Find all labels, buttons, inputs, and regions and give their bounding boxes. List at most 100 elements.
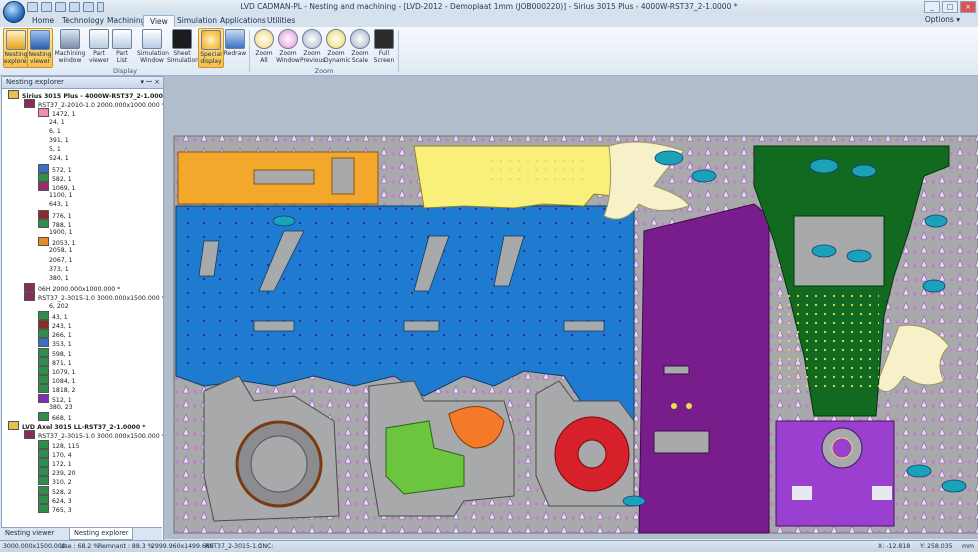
tree-sheet-node[interactable]: RST37_2-2010-1.0 2000.000x1000.000 *: [24, 99, 163, 109]
part-icon: [38, 108, 49, 118]
part-icon: [38, 458, 49, 467]
nesting-tree[interactable]: Sirius 3015 Plus - 4000W-RST37_2-1.0000 …: [2, 90, 163, 530]
tree-part-node[interactable]: 582, 1: [38, 172, 72, 183]
redraw-icon: [225, 29, 245, 49]
tree-machine-node[interactable]: LVD Axel 3015 LL-RST37_2-1.0000 *: [8, 421, 146, 431]
tab-nesting-explorer[interactable]: Nesting explorer: [69, 528, 133, 540]
tree-part-node[interactable]: 266, 1: [38, 329, 72, 339]
tree-part-node[interactable]: 871, 1: [38, 356, 72, 367]
group-separator: [398, 30, 399, 72]
tree-sheet-node[interactable]: RST37_2-3015-1.0 3000.000x1500.000 *: [24, 292, 163, 302]
part-icon: [38, 218, 49, 228]
zoom-scale-icon: [350, 29, 370, 49]
purple-part: [638, 203, 770, 534]
tree-part-node[interactable]: 6, 202: [38, 302, 69, 311]
tree-part-node[interactable]: 353, 1: [38, 338, 72, 348]
simulation-window-button[interactable]: Simulation Window: [137, 28, 169, 66]
status-sheet-size: 3000.000x1500.000: [3, 543, 66, 550]
group-separator: [249, 30, 250, 72]
tree-part-node[interactable]: 788, 1: [38, 218, 72, 229]
tab-utilities[interactable]: Utilities: [261, 15, 301, 27]
redraw-button[interactable]: Redraw: [223, 28, 247, 66]
tree-part-node[interactable]: 1900, 1: [38, 228, 73, 237]
options-menu[interactable]: Options ▾: [925, 15, 960, 24]
zoom-dynamic-button[interactable]: Zoom Dynamic: [324, 28, 350, 66]
part-icon: [38, 476, 49, 486]
purple-part-slot: [663, 365, 690, 375]
application-menu-button[interactable]: [3, 1, 25, 23]
button-label: Window: [276, 56, 300, 64]
tree-node-label: 391, 1: [49, 137, 69, 144]
tree-part-node[interactable]: 373, 1: [38, 265, 69, 274]
part-icon: [38, 375, 49, 385]
part-viewer-button[interactable]: Part viewer: [87, 28, 111, 66]
tree-part-node[interactable]: 391, 1: [38, 136, 69, 145]
tree-machine-node[interactable]: Sirius 3015 Plus - 4000W-RST37_2-1.0000 …: [8, 90, 163, 100]
tree-part-node[interactable]: 2058, 1: [38, 246, 73, 255]
title-bar: LVD CADMAN-PL - Nesting and machining - …: [0, 0, 978, 13]
tree-part-node[interactable]: 43, 1: [38, 310, 68, 321]
button-label: viewer: [89, 56, 109, 64]
part-icon: [38, 338, 49, 348]
nesting-explorer-button[interactable]: Nesting explorer: [3, 28, 29, 68]
button-label: Scale: [351, 56, 369, 64]
minimize-button[interactable]: _: [924, 1, 940, 13]
full-screen-button[interactable]: Full Screen: [372, 28, 396, 66]
tree-part-node[interactable]: 2067, 1: [38, 256, 73, 265]
tree-part-node[interactable]: 524, 1: [38, 154, 69, 163]
zoom-previous-button[interactable]: Zoom Previous: [300, 28, 325, 66]
tree-part-node[interactable]: 24, 1: [38, 118, 65, 127]
nesting-viewer-button[interactable]: Nesting viewer: [27, 28, 53, 68]
tree-part-node[interactable]: 5, 1: [38, 145, 61, 154]
tree-part-node[interactable]: 380, 1: [38, 274, 69, 283]
purple-part-slot: [653, 430, 710, 454]
tree-part-node[interactable]: 598, 1: [38, 347, 72, 358]
tree-sheet-node[interactable]: RST37_2-3015-1.0 3000.000x1500.000 *: [24, 430, 163, 440]
tree-node-label: 24, 1: [49, 118, 65, 126]
nesting-viewer-canvas[interactable]: [164, 76, 978, 539]
tree-part-node[interactable]: 380, 23: [38, 403, 73, 412]
violet-part-circle: [831, 437, 853, 459]
tree-part-node[interactable]: 128, 115: [38, 439, 80, 450]
sheet-simulation-button[interactable]: Sheet Simulation: [167, 28, 199, 66]
tree-part-node[interactable]: 243, 1: [38, 320, 72, 330]
part-icon: [38, 329, 49, 339]
tree-part-node[interactable]: 1100, 1: [38, 191, 73, 200]
tree-part-node[interactable]: 528, 2: [38, 485, 72, 496]
tree-part-node[interactable]: 170, 4: [38, 448, 72, 459]
yellow-part-holes: [484, 158, 584, 186]
close-button[interactable]: ×: [960, 1, 976, 13]
tree-part-node[interactable]: 310, 2: [38, 476, 72, 486]
nest-drawing[interactable]: [164, 76, 978, 539]
tree-part-node[interactable]: 572, 1: [38, 163, 72, 174]
tree-part-node[interactable]: 1818, 2: [38, 384, 76, 394]
tree-part-node[interactable]: 2053, 1: [38, 237, 76, 247]
tree-part-node[interactable]: 668, 1: [38, 412, 72, 422]
tree-part-node[interactable]: 1084, 1: [38, 375, 76, 385]
tree-part-node[interactable]: 1079, 1: [38, 366, 76, 376]
tree-part-node[interactable]: 1472, 1: [38, 108, 76, 118]
tree-part-node[interactable]: 512, 1: [38, 393, 72, 404]
zoom-scale-button[interactable]: Zoom Scale: [348, 28, 372, 66]
maximize-button[interactable]: □: [942, 1, 958, 13]
part-icon: [38, 256, 46, 263]
pin-icon[interactable]: ▾ ꟷ ×: [140, 77, 160, 88]
part-list-button[interactable]: Part List: [110, 28, 134, 66]
tab-nesting-viewer[interactable]: Nesting viewer: [1, 528, 57, 539]
tree-part-node[interactable]: 776, 1: [38, 209, 72, 220]
special-display-button[interactable]: Special display: [198, 28, 224, 68]
zoom-window-button[interactable]: Zoom Window: [276, 28, 300, 66]
status-material: RST37_2-3015-1.0: [205, 543, 262, 550]
machining-window-button[interactable]: Machining window: [54, 28, 86, 66]
zoom-all-button[interactable]: Zoom All: [252, 28, 276, 66]
tree-sheet-node[interactable]: 06H 2000.000x1000.000 *: [24, 283, 120, 293]
tree-part-node[interactable]: 765, 3: [38, 504, 72, 514]
tree-part-node[interactable]: 624, 3: [38, 494, 72, 505]
tree-part-node[interactable]: 239, 20: [38, 467, 76, 477]
tree-part-node[interactable]: 172, 1: [38, 458, 72, 468]
part-icon: [38, 191, 46, 198]
tree-part-node[interactable]: 6, 1: [38, 127, 61, 136]
tree-part-node[interactable]: 1069, 1: [38, 182, 76, 192]
tree-part-node[interactable]: 643, 1: [38, 200, 69, 209]
violet-part-grid: [872, 486, 892, 500]
